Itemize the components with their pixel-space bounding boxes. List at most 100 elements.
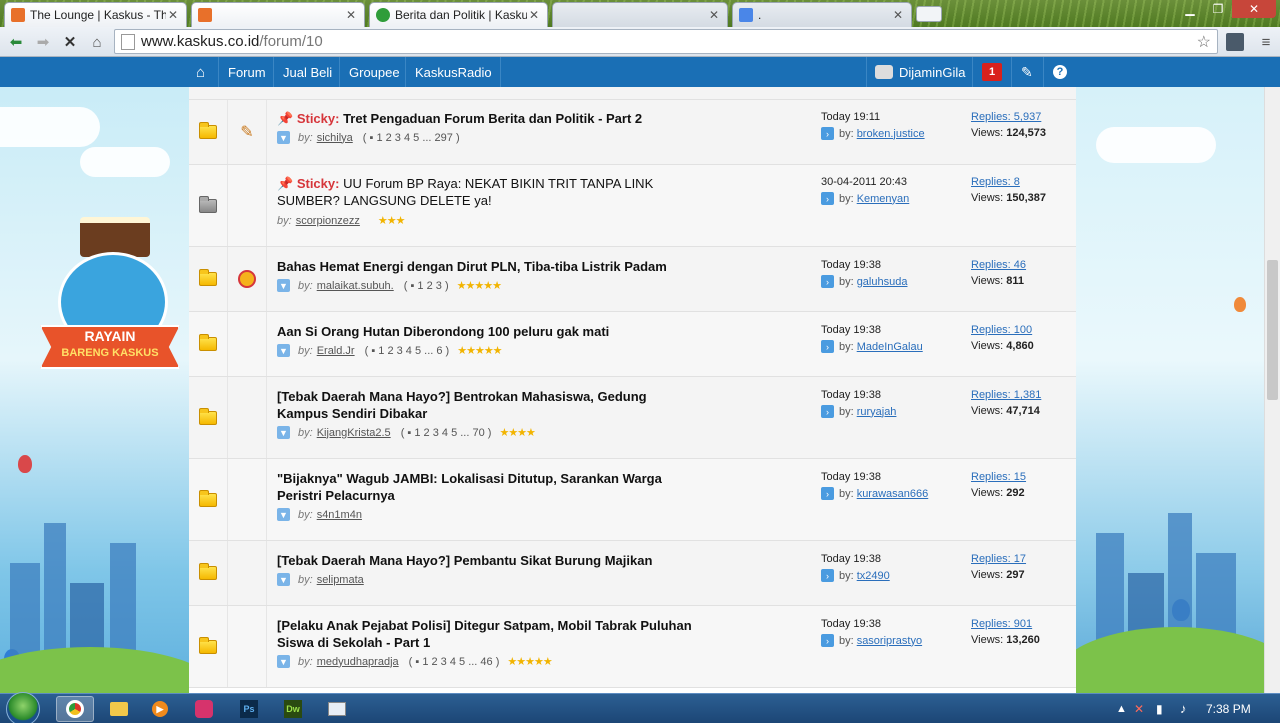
- thread-title[interactable]: [Tebak Daerah Mana Hayo?] Pembantu Sikat…: [277, 552, 697, 569]
- address-bar[interactable]: www.kaskus.co.id/forum/10 ☆: [114, 29, 1218, 54]
- replies-link[interactable]: Replies: 100: [971, 324, 1034, 336]
- scrollbar-thumb[interactable]: [1267, 260, 1278, 400]
- thread-title[interactable]: [Tebak Daerah Mana Hayo?] Bentrokan Maha…: [277, 388, 697, 422]
- page-links[interactable]: ( ▪ 1 2 3 4 5 ... 46 ): [409, 656, 500, 668]
- page-links[interactable]: ( ▪ 1 2 3 4 5 ... 6 ): [365, 345, 450, 357]
- dropdown-icon[interactable]: ▼: [277, 573, 290, 586]
- thread-title[interactable]: Bahas Hemat Energi dengan Dirut PLN, Tib…: [277, 258, 697, 275]
- taskbar-app[interactable]: [185, 696, 223, 722]
- close-tab-icon[interactable]: ✕: [707, 8, 721, 22]
- taskbar-dreamweaver[interactable]: Dw: [274, 696, 312, 722]
- taskbar-media-player[interactable]: ▶: [141, 696, 179, 722]
- dropdown-icon[interactable]: ▼: [277, 344, 290, 357]
- go-last-post-icon[interactable]: ›: [821, 340, 834, 353]
- page-numbers[interactable]: 1 2 3 4 5 ... 297: [376, 132, 452, 144]
- thread-author[interactable]: medyudhapradja: [317, 656, 399, 668]
- menu-icon[interactable]: ≡: [1256, 32, 1276, 52]
- thread-title[interactable]: 📌 Sticky: Tret Pengaduan Forum Berita da…: [277, 110, 697, 127]
- nav-groupee[interactable]: Groupee: [349, 57, 400, 87]
- go-last-post-icon[interactable]: ›: [821, 487, 834, 500]
- table-row[interactable]: [Pelaku Anak Pejabat Polisi] Ditegur Sat…: [189, 606, 1076, 688]
- last-post-author[interactable]: MadeInGalau: [857, 341, 923, 353]
- nav-forum[interactable]: Forum: [228, 57, 266, 87]
- go-last-post-icon[interactable]: ›: [821, 192, 834, 205]
- nav-jual-beli[interactable]: Jual Beli: [283, 57, 332, 87]
- maximize-icon[interactable]: ❐: [1204, 0, 1232, 18]
- page-numbers[interactable]: 1 2 3: [417, 280, 441, 292]
- go-last-post-icon[interactable]: ›: [821, 127, 834, 140]
- table-row[interactable]: Bahas Hemat Energi dengan Dirut PLN, Tib…: [189, 247, 1076, 312]
- page-numbers[interactable]: 1 2 3 4 5 ... 70: [414, 427, 484, 439]
- last-post-author[interactable]: broken.justice: [857, 128, 925, 140]
- help-icon[interactable]: ?: [1053, 57, 1067, 87]
- user-menu[interactable]: DijaminGila: [875, 57, 965, 87]
- close-tab-icon[interactable]: ✕: [891, 8, 905, 22]
- last-post-author[interactable]: Kemenyan: [857, 193, 910, 205]
- start-button[interactable]: [6, 692, 40, 723]
- page-links[interactable]: ( ▪ 1 2 3 4 5 ... 70 ): [401, 427, 492, 439]
- thread-author[interactable]: KijangKrista2.5: [317, 427, 391, 439]
- go-last-post-icon[interactable]: ›: [821, 405, 834, 418]
- dropdown-icon[interactable]: ▼: [277, 279, 290, 292]
- back-arrow-icon[interactable]: ⬅: [6, 32, 26, 52]
- last-post-author[interactable]: kurawasan666: [857, 488, 929, 500]
- close-tab-icon[interactable]: ✕: [166, 8, 180, 22]
- page-scrollbar[interactable]: [1264, 87, 1280, 693]
- home-icon[interactable]: ⌂: [87, 32, 107, 52]
- thread-author[interactable]: sichilya: [317, 132, 353, 144]
- taskbar-window[interactable]: [318, 696, 356, 722]
- thread-author[interactable]: Erald.Jr: [317, 345, 355, 357]
- stop-loading-icon[interactable]: ✕: [60, 32, 80, 52]
- go-last-post-icon[interactable]: ›: [821, 275, 834, 288]
- replies-link[interactable]: Replies: 1,381: [971, 389, 1041, 401]
- new-tab-button[interactable]: [916, 6, 942, 22]
- table-row[interactable]: ✎ 📌 Sticky: Tret Pengaduan Forum Berita …: [189, 100, 1076, 165]
- pencil-icon[interactable]: ✎: [1021, 57, 1033, 87]
- thread-author[interactable]: s4n1m4n: [317, 509, 362, 521]
- table-row[interactable]: 📌 Sticky: UU Forum BP Raya: NEKAT BIKIN …: [189, 165, 1076, 247]
- browser-tab-lounge[interactable]: The Lounge | Kaskus - The ✕: [4, 2, 187, 27]
- home-icon[interactable]: ⌂: [196, 57, 205, 87]
- taskbar-chrome[interactable]: [56, 696, 94, 722]
- table-row[interactable]: "Bijaknya" Wagub JAMBI: Lokalisasi Ditut…: [189, 459, 1076, 541]
- taskbar-explorer[interactable]: [100, 696, 138, 722]
- dropdown-icon[interactable]: ▼: [277, 426, 290, 439]
- power-icon[interactable]: ▮: [1156, 702, 1163, 716]
- taskbar-photoshop[interactable]: Ps: [230, 696, 268, 722]
- network-icon[interactable]: ✕: [1134, 702, 1144, 716]
- close-tab-icon[interactable]: ✕: [527, 8, 541, 22]
- minimize-icon[interactable]: ▁: [1176, 0, 1204, 18]
- nav-kaskusradio[interactable]: KaskusRadio: [415, 57, 492, 87]
- last-post-author[interactable]: tx2490: [857, 570, 890, 582]
- replies-link[interactable]: Replies: 17: [971, 553, 1026, 565]
- thread-title[interactable]: [Pelaku Anak Pejabat Polisi] Ditegur Sat…: [277, 617, 697, 651]
- table-row[interactable]: [Tebak Daerah Mana Hayo?] Bentrokan Maha…: [189, 377, 1076, 459]
- page-links[interactable]: ( ▪ 1 2 3 ): [404, 280, 449, 292]
- browser-tab-google[interactable]: . ✕: [732, 2, 912, 27]
- go-last-post-icon[interactable]: ›: [821, 569, 834, 582]
- go-last-post-icon[interactable]: ›: [821, 634, 834, 647]
- last-post-author[interactable]: sasoriprastyo: [857, 635, 922, 647]
- browser-tab-4[interactable]: ✕: [552, 2, 728, 27]
- replies-link[interactable]: Replies: 8: [971, 176, 1046, 188]
- table-row[interactable]: Aan Si Orang Hutan Diberondong 100 pelur…: [189, 312, 1076, 377]
- thread-author[interactable]: malaikat.subuh.: [317, 280, 394, 292]
- bookmark-star-icon[interactable]: ☆: [1197, 32, 1211, 52]
- thread-author[interactable]: selipmata: [317, 574, 364, 586]
- replies-link[interactable]: Replies: 46: [971, 259, 1026, 271]
- thread-author[interactable]: scorpionzezz: [296, 215, 360, 227]
- close-tab-icon[interactable]: ✕: [344, 8, 358, 22]
- page-numbers[interactable]: 1 2 3 4 5 ... 46: [422, 656, 492, 668]
- volume-icon[interactable]: ♪: [1180, 701, 1187, 716]
- browser-tab-berita-politik[interactable]: Berita dan Politik | Kaskus ✕: [369, 2, 548, 27]
- dropdown-icon[interactable]: ▼: [277, 655, 290, 668]
- tray-arrow-icon[interactable]: ▲: [1116, 703, 1127, 715]
- dropdown-icon[interactable]: ▼: [277, 131, 290, 144]
- replies-link[interactable]: Replies: 5,937: [971, 111, 1046, 123]
- thread-title[interactable]: 📌 Sticky: UU Forum BP Raya: NEKAT BIKIN …: [277, 175, 697, 209]
- last-post-author[interactable]: ruryajah: [857, 406, 897, 418]
- thread-title[interactable]: Aan Si Orang Hutan Diberondong 100 pelur…: [277, 323, 697, 340]
- last-post-author[interactable]: galuhsuda: [857, 276, 908, 288]
- table-row[interactable]: [Tebak Daerah Mana Hayo?] Pembantu Sikat…: [189, 541, 1076, 606]
- thread-title[interactable]: "Bijaknya" Wagub JAMBI: Lokalisasi Ditut…: [277, 470, 697, 504]
